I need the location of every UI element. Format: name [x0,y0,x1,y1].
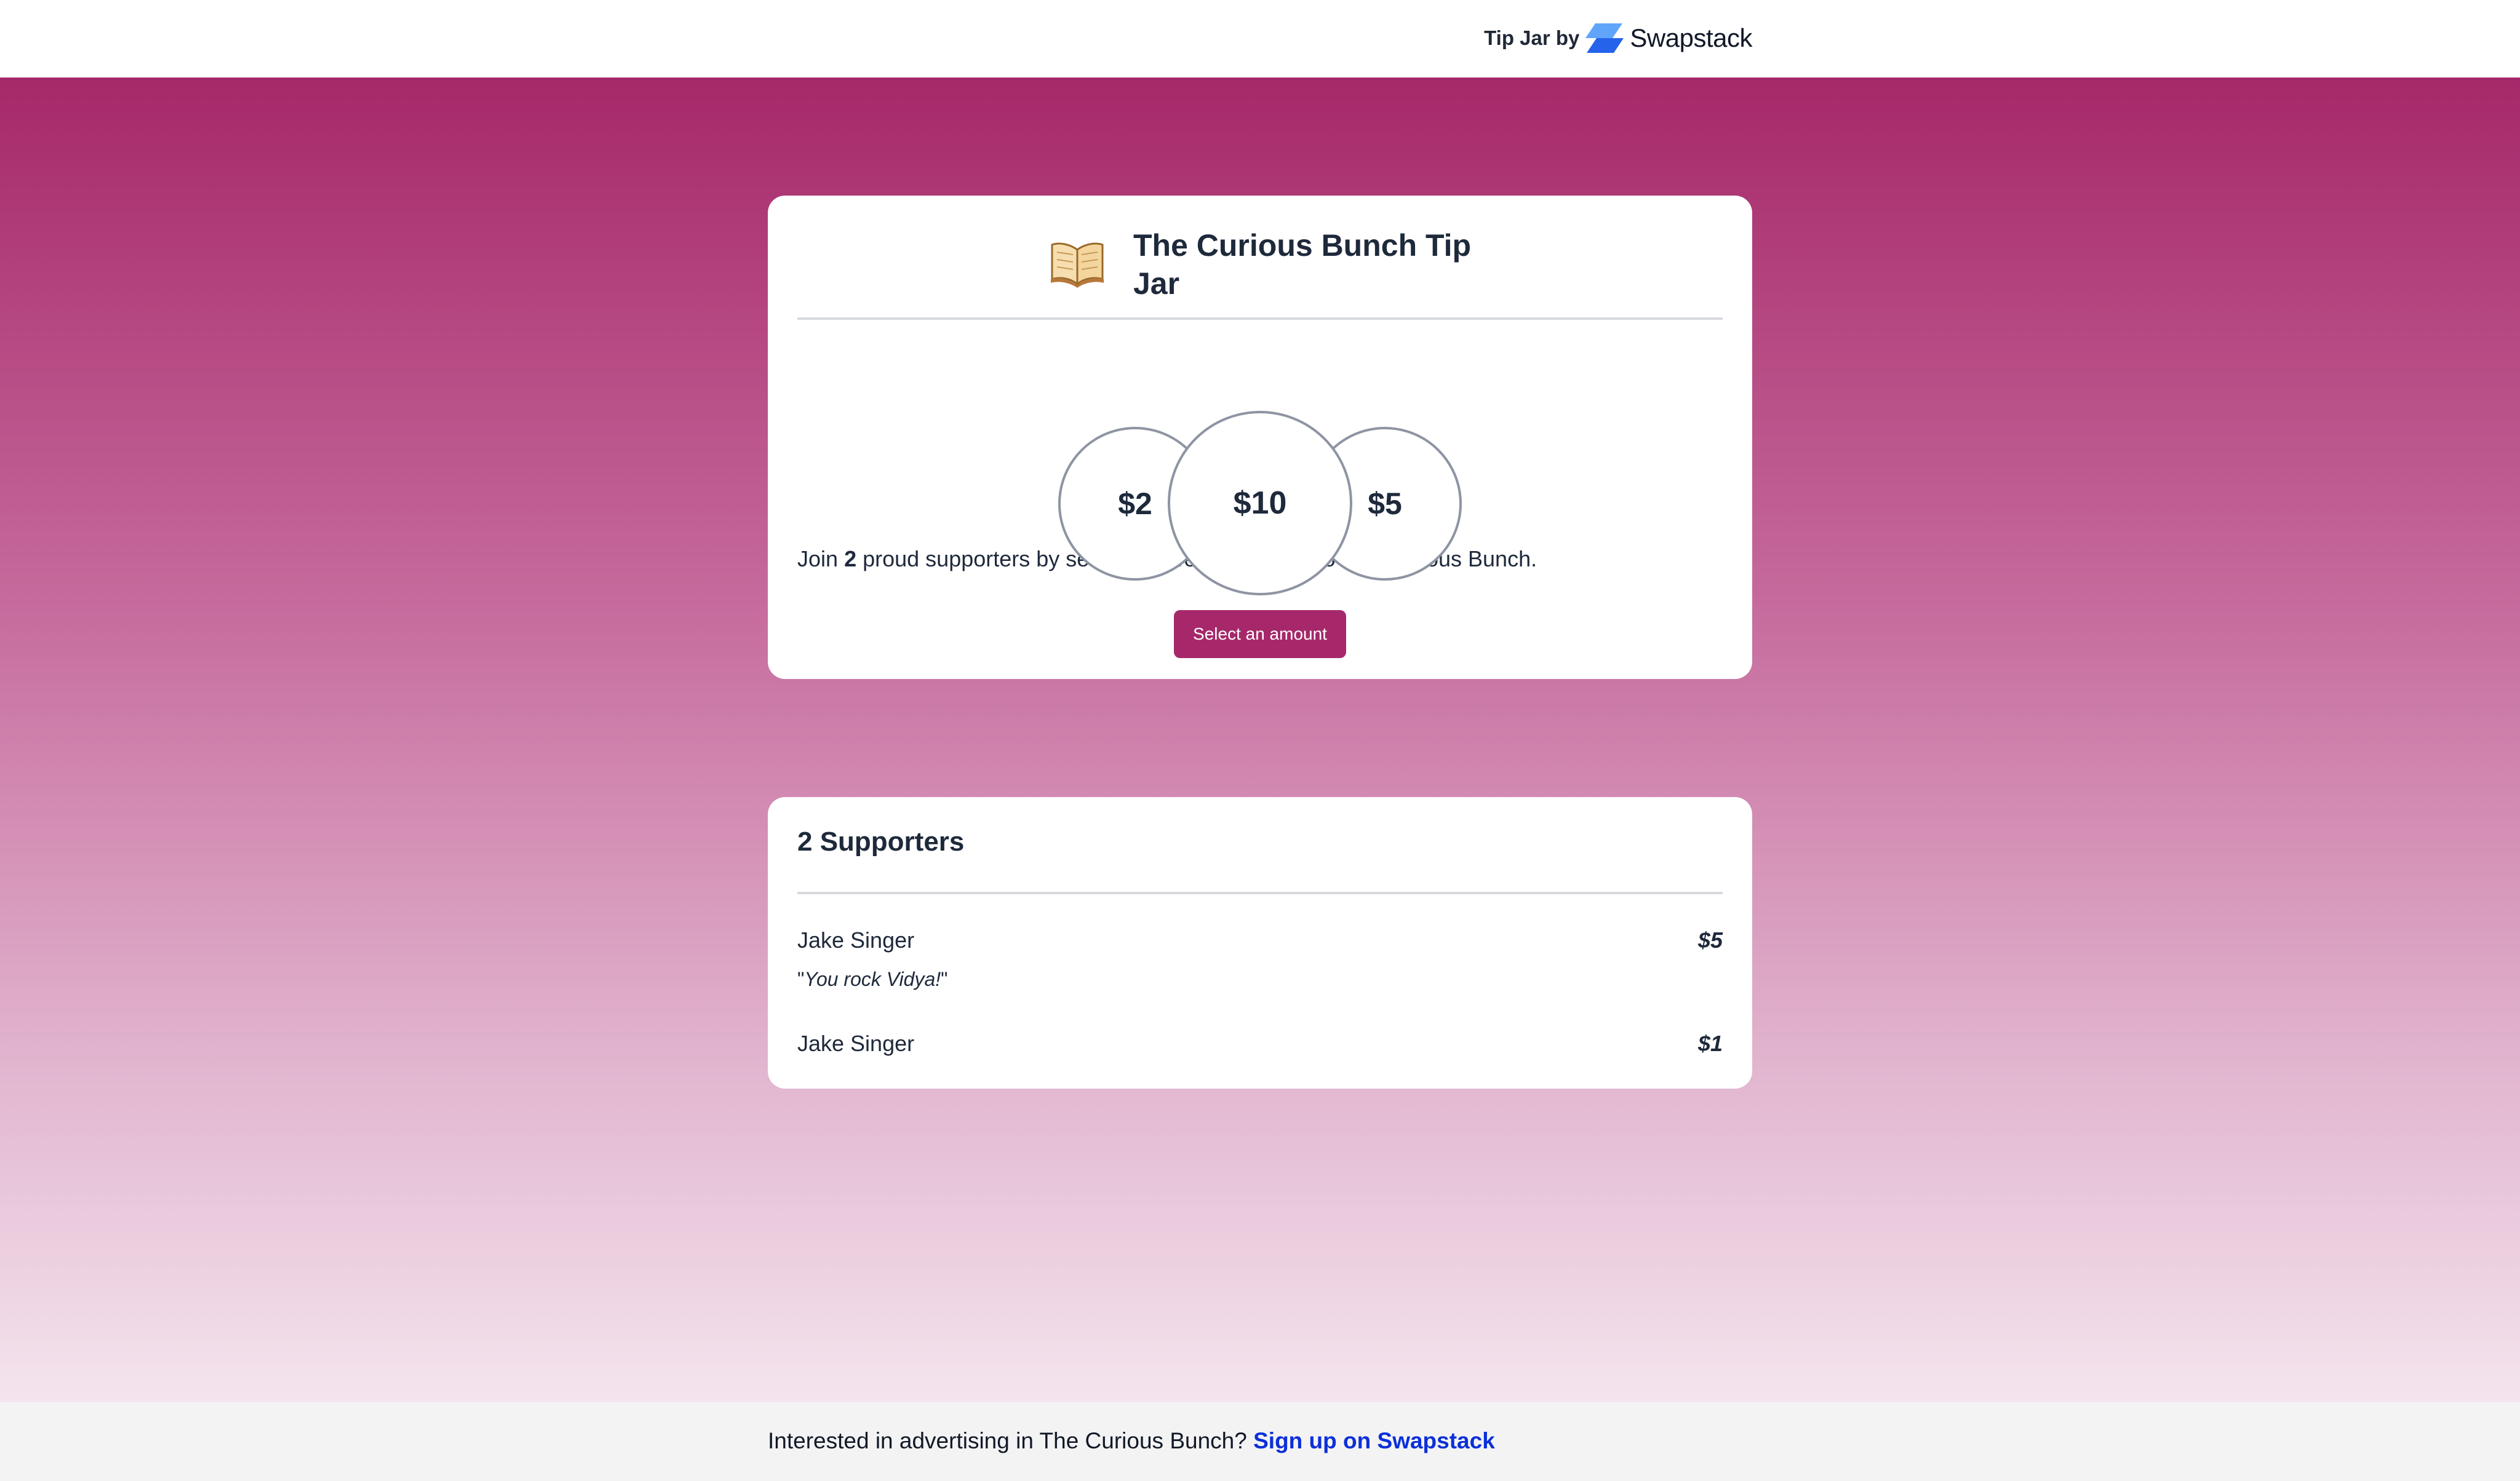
signup-link[interactable]: Sign up on Swapstack [1253,1428,1495,1453]
supporter-row: Jake Singer $5 [797,924,1723,957]
supporter-row: Jake Singer $1 [797,1027,1723,1060]
amount-option-10[interactable]: $10 [1168,411,1352,595]
supporters-card: 2 Supporters Jake Singer $5 "You rock Vi… [768,797,1752,1089]
brand[interactable]: Tip Jar by Swapstack [1484,20,1752,57]
supporters-title: 2 Supporters [797,827,965,857]
supporter-name: Jake Singer [797,927,915,953]
select-amount-button[interactable]: Select an amount [1174,610,1346,658]
description-prefix: Join [797,546,839,571]
tip-jar-header: The Curious Bunch Tip Jar [797,196,1723,320]
supporter-amount: $5 [1697,927,1723,953]
tip-jar-card: The Curious Bunch Tip Jar Join 2 proud s… [768,196,1752,679]
brand-prefix: Tip Jar by [1484,26,1580,49]
open-book-icon [1050,239,1105,288]
supporter-message-text: You rock Vidya! [804,968,941,990]
supporter-amount: $1 [1697,1031,1723,1056]
footer-text: Interested in advertising in The Curious… [768,1428,1495,1454]
footer-prompt: Interested in advertising in The Curious… [768,1428,1247,1453]
swapstack-logo-icon [1585,22,1624,54]
brand-name: Swapstack [1630,23,1752,52]
supporter-message: "You rock Vidya!" [797,968,948,990]
top-bar: Tip Jar by Swapstack [0,0,2520,77]
supporter-name: Jake Singer [797,1031,915,1056]
supporters-header: 2 Supporters [797,797,1723,894]
tip-jar-title: The Curious Bunch Tip Jar [1133,228,1472,301]
supporter-count: 2 [844,546,857,571]
footer: Interested in advertising in The Curious… [0,1402,2520,1481]
